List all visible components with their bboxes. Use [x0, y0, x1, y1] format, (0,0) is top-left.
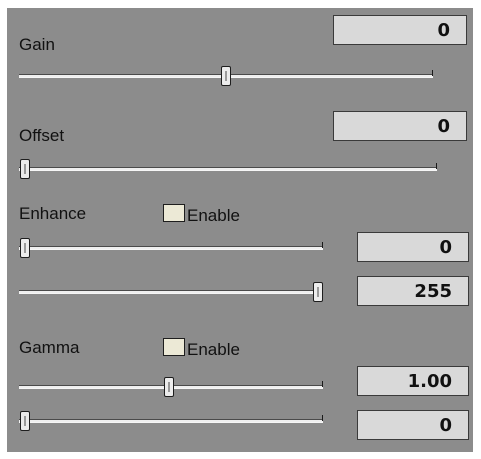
gamma-slider-end-tick — [322, 381, 323, 387]
offset-slider-track[interactable] — [19, 167, 437, 171]
image-adjust-panel: Gain 0 Offset 0 Enhance Enable 0 255 Gam… — [7, 8, 473, 452]
gamma-second-slider-end-tick — [322, 415, 323, 421]
enhance-low-slider-track[interactable] — [19, 246, 323, 250]
gamma-enable-checkbox[interactable] — [163, 338, 185, 356]
enhance-label: Enhance — [19, 204, 87, 223]
gamma-enable-label: Enable — [187, 340, 240, 359]
offset-slider-thumb[interactable] — [20, 159, 30, 179]
gamma-second-slider-track[interactable] — [19, 419, 323, 423]
gamma-second-slider-thumb[interactable] — [20, 411, 30, 431]
gamma-slider-thumb[interactable] — [164, 377, 174, 397]
enhance-high-slider-thumb[interactable] — [313, 282, 323, 302]
enhance-high-slider-track[interactable] — [19, 290, 323, 294]
enhance-low-value-field[interactable]: 0 — [357, 232, 469, 262]
enhance-enable-checkbox[interactable] — [163, 204, 185, 222]
offset-label: Offset — [19, 126, 65, 145]
gain-slider-end-tick — [432, 70, 433, 76]
gain-slider-thumb[interactable] — [221, 66, 231, 86]
gamma-label: Gamma — [19, 338, 80, 357]
gain-label: Gain — [19, 35, 55, 54]
enhance-high-value-field[interactable]: 255 — [357, 276, 469, 306]
gain-value-field[interactable]: 0 — [333, 15, 467, 45]
gamma-value-field[interactable]: 1.00 — [357, 366, 469, 396]
enhance-low-slider-thumb[interactable] — [20, 238, 30, 258]
enhance-enable-label: Enable — [187, 206, 240, 225]
enhance-low-slider-end-tick — [322, 242, 323, 248]
gamma-second-value-field[interactable]: 0 — [357, 410, 469, 440]
offset-value-field[interactable]: 0 — [333, 111, 467, 141]
offset-slider-end-tick — [436, 163, 437, 169]
